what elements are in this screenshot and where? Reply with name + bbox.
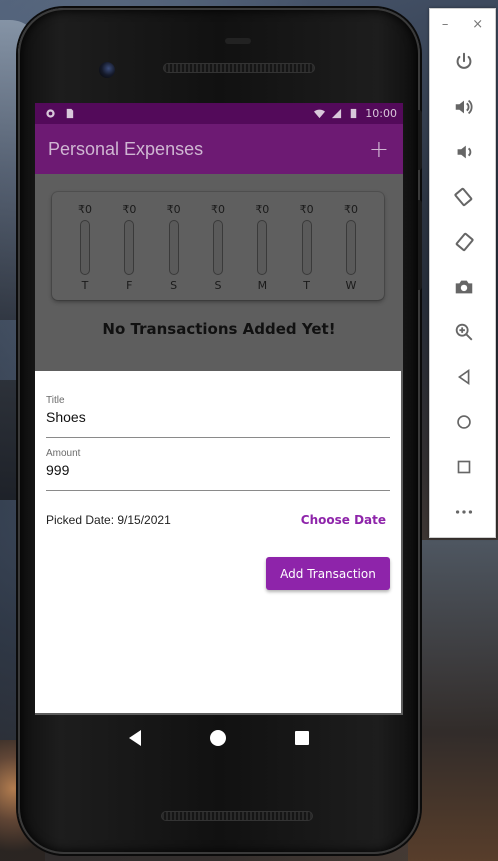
weekly-chart-card: ₹0 T ₹0 F ₹0 S ₹0 S ₹0 M ₹0 T ₹0 W	[52, 192, 384, 300]
title-field-label: Title	[46, 395, 65, 406]
camera-icon[interactable]	[430, 264, 497, 309]
add-transaction-button[interactable]: Add Transaction	[266, 557, 390, 590]
status-time: 10:00	[365, 107, 397, 120]
chart-bar: ₹0 S	[164, 203, 184, 292]
chart-bar-day: S	[214, 279, 222, 292]
settings-icon	[46, 109, 55, 118]
emulator-toolbar: – ×	[429, 8, 496, 538]
zoom-icon[interactable]	[430, 309, 497, 354]
more-icon[interactable]	[430, 489, 497, 534]
chart-bar-amount: ₹0	[299, 203, 314, 216]
chart-bar-day: F	[126, 279, 133, 292]
chart-bar-amount: ₹0	[78, 203, 92, 216]
chart-bar-amount: ₹0	[210, 203, 225, 216]
choose-date-button[interactable]: Choose Date	[301, 513, 390, 527]
back-icon[interactable]	[129, 730, 142, 746]
volume-down-icon[interactable]	[430, 129, 497, 174]
chart-bar-track	[124, 220, 135, 275]
chart-bar-day: S	[170, 279, 178, 292]
amount-field-label: Amount	[46, 448, 81, 459]
weekly-chart: ₹0 T ₹0 F ₹0 S ₹0 S ₹0 M ₹0 T ₹0 W	[52, 192, 384, 292]
rotate-right-icon[interactable]	[430, 219, 497, 264]
app-bar: Personal Expenses +	[35, 124, 403, 174]
battery-icon	[351, 108, 357, 119]
back-icon[interactable]	[430, 354, 497, 399]
chart-bar-amount: ₹0	[122, 203, 137, 216]
overview-icon[interactable]	[430, 444, 497, 489]
chart-bar-day: M	[257, 279, 268, 292]
add-icon[interactable]: +	[369, 137, 389, 161]
wifi-icon	[314, 109, 326, 119]
chart-bar: ₹0 S	[208, 203, 228, 292]
chart-bar: ₹0 M	[252, 203, 272, 292]
minimize-button[interactable]: –	[442, 17, 449, 39]
chart-bar-amount: ₹0	[166, 203, 181, 216]
chart-bar-track	[168, 220, 179, 275]
new-transaction-sheet: Title Shoes Amount 999 Picked Date: 9/15…	[35, 371, 401, 713]
chart-bar: ₹0 W	[341, 203, 361, 292]
chart-bar: ₹0 T	[297, 203, 317, 292]
chart-bar-day: T	[303, 279, 310, 292]
chart-bar-amount: ₹0	[255, 203, 270, 216]
app-title: Personal Expenses	[48, 138, 204, 159]
chart-bar-track	[345, 220, 356, 275]
amount-field[interactable]: Amount 999	[46, 448, 390, 491]
chart-bar-day: W	[345, 279, 357, 292]
android-nav-bar	[35, 715, 403, 761]
date-row: Picked Date: 9/15/2021 Choose Date	[46, 513, 390, 527]
volume-up-icon[interactable]	[430, 84, 497, 129]
phone-screen: 10:00 Personal Expenses + ₹0 T ₹0 F ₹0 S ₹0 S ₹0…	[35, 103, 403, 715]
status-bar: 10:00	[35, 103, 403, 124]
rotate-left-icon[interactable]	[430, 174, 497, 219]
front-camera	[99, 62, 115, 78]
power-button[interactable]	[418, 110, 422, 170]
chart-bar-track	[257, 220, 268, 275]
empty-transactions-message: No Transactions Added Yet!	[102, 320, 336, 338]
signal-icon	[332, 108, 342, 119]
amount-input[interactable]: 999	[46, 462, 390, 490]
earpiece	[225, 38, 251, 44]
chart-bar-day: T	[81, 279, 89, 292]
speaker-grille	[163, 63, 315, 73]
title-field[interactable]: Title Shoes	[46, 395, 390, 438]
chart-bar: ₹0 F	[119, 203, 139, 292]
chart-bar-amount: ₹0	[343, 203, 358, 216]
power-icon[interactable]	[430, 39, 497, 84]
home-icon[interactable]	[209, 730, 226, 746]
home-icon[interactable]	[430, 399, 497, 444]
chart-bar-track	[80, 220, 90, 275]
wallpaper-figure	[408, 540, 498, 861]
chart-bar: ₹0 T	[75, 203, 95, 292]
chart-bar-track	[212, 220, 223, 275]
sim-card-icon	[66, 108, 74, 119]
recents-icon[interactable]	[294, 731, 309, 745]
speaker-grille	[161, 811, 313, 821]
close-button[interactable]: ×	[472, 17, 483, 39]
title-input[interactable]: Shoes	[46, 409, 390, 437]
volume-button[interactable]	[418, 200, 422, 290]
chart-bar-track	[301, 220, 312, 275]
picked-date-text: Picked Date: 9/15/2021	[46, 513, 171, 527]
